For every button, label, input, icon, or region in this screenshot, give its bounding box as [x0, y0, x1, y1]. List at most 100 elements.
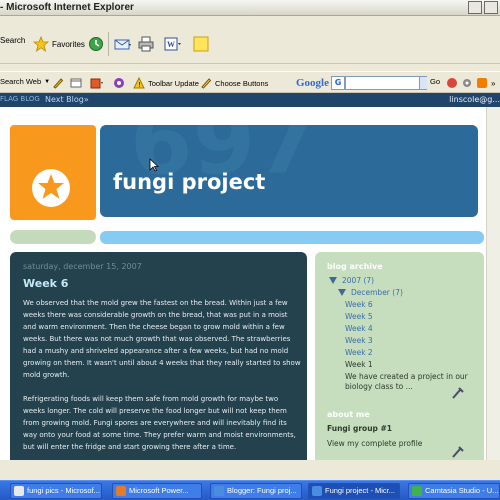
taskbar-item[interactable]: Blogger: Fungi proj... — [210, 483, 302, 499]
minimize-button[interactable] — [468, 1, 482, 14]
google-search-menu[interactable]: G — [331, 76, 345, 90]
search-web-button[interactable]: Search Web ▼ — [0, 77, 50, 86]
toolbar-update-button[interactable]: ! Toolbar Update — [133, 77, 199, 89]
window-title: - Microsoft Internet Explorer — [0, 2, 134, 13]
window-controls — [468, 1, 498, 14]
archive-week-link[interactable]: Week 2 — [345, 348, 373, 357]
archive-week-link[interactable]: Week 4 — [345, 324, 373, 333]
highlight-button[interactable] — [52, 77, 64, 89]
google-go-button[interactable]: Go — [430, 77, 440, 86]
archive-week-link[interactable]: Week 3 — [345, 336, 373, 345]
about-heading: about me — [327, 410, 370, 419]
warning-icon: ! — [133, 77, 145, 89]
star-badge — [32, 169, 70, 207]
toolbar-separator — [108, 32, 109, 56]
taskbar-item[interactable]: Camtasia Studio - U... — [408, 483, 500, 499]
decor-band-green — [10, 230, 96, 244]
camtasia-icon — [412, 486, 422, 496]
google-tools: » — [446, 77, 495, 89]
edit-tool-icon[interactable] — [451, 445, 465, 459]
history-button[interactable] — [88, 36, 104, 52]
settings-icon[interactable] — [461, 77, 473, 89]
taskbar-item-label: Camtasia Studio - U... — [425, 486, 499, 495]
plugin-button[interactable] — [90, 77, 104, 89]
messenger-button[interactable] — [113, 77, 125, 89]
toolbar-update-label: Toolbar Update — [148, 78, 199, 88]
windows-taskbar: fungi pics - Microsof... Microsoft Power… — [0, 480, 500, 500]
google-search-dropdown[interactable] — [419, 77, 427, 89]
blog-title[interactable]: fungi project — [113, 170, 265, 194]
mail-icon — [114, 39, 131, 50]
chevron-right-icon[interactable]: » — [491, 79, 495, 88]
archive-heading: blog archive — [327, 262, 383, 271]
maximize-button[interactable] — [484, 1, 498, 14]
archive-week-link[interactable]: Week 6 — [345, 300, 373, 309]
taskbar-item-label: fungi pics - Microsof... — [27, 486, 100, 495]
post-title[interactable]: Week 6 — [23, 277, 68, 290]
print-button[interactable] — [138, 36, 154, 52]
mail-button[interactable] — [114, 36, 132, 52]
favorites-button[interactable]: Favorites — [33, 36, 85, 52]
page-viewport: 697 fungi project saturday, december 15,… — [0, 107, 500, 460]
taskbar-item-active[interactable]: Fungi project - Micr... — [308, 483, 400, 499]
post-date: saturday, december 15, 2007 — [23, 262, 142, 271]
word-icon: W — [164, 37, 181, 51]
notes-button[interactable] — [193, 36, 209, 52]
sidebar: blog archive 2007 (7) December (7) Week … — [315, 252, 484, 460]
brand-block — [10, 125, 96, 220]
pagerank-icon[interactable] — [446, 77, 458, 89]
star-icon — [33, 36, 49, 52]
search-label: Search — [0, 36, 26, 45]
printer-icon — [138, 36, 154, 52]
view-profile-link[interactable]: View my complete profile — [327, 439, 422, 448]
star-icon — [38, 174, 64, 199]
archive-week-current: Week 1 — [345, 360, 373, 369]
ie-icon — [214, 486, 224, 496]
taskbar-item-label: Fungi project - Micr... — [325, 486, 396, 495]
archive-week-link[interactable]: Week 5 — [345, 312, 373, 321]
google-wordmark: Google — [296, 77, 329, 89]
user-email: linscole@g... — [449, 95, 500, 104]
blog-container: 697 fungi project saturday, december 15,… — [10, 122, 484, 460]
mouse-cursor-icon — [149, 158, 159, 172]
shield-icon — [70, 78, 82, 88]
year-toggle-icon[interactable] — [329, 277, 337, 284]
search-toolbar: Search Web ▼ ! Toolbar Update Choose But… — [0, 71, 500, 93]
blogger-navbar: FLAG BLOG Next Blog» linscole@g... — [0, 93, 500, 107]
search-button[interactable]: Search — [0, 36, 25, 45]
popup-blocker-button[interactable] — [70, 77, 82, 89]
taskbar-item[interactable]: Microsoft Power... — [112, 483, 202, 499]
taskbar-item-label: Microsoft Power... — [129, 486, 189, 495]
month-toggle-icon[interactable] — [338, 289, 346, 296]
pencil-icon — [53, 78, 64, 89]
archive-year-link[interactable]: 2007 (7) — [342, 276, 374, 285]
go-label: Go — [430, 77, 441, 86]
favorites-label: Favorites — [52, 39, 85, 49]
pencil-icon — [201, 78, 212, 89]
taskbar-item[interactable]: fungi pics - Microsof... — [10, 483, 102, 499]
powerpoint-icon — [116, 486, 126, 496]
post-paragraph: Refrigerating foods will keep them safe … — [23, 395, 296, 451]
puzzle-icon — [90, 78, 103, 89]
svg-text:W: W — [167, 40, 175, 49]
choose-buttons-button[interactable]: Choose Buttons — [200, 77, 268, 89]
post-paragraph: We observed that the mold grew the faste… — [23, 299, 301, 379]
edit-tool-icon[interactable] — [451, 386, 465, 400]
flag-blog-button[interactable]: FLAG BLOG — [0, 95, 40, 103]
next-blog-link[interactable]: Next Blog» — [45, 95, 89, 104]
folder-icon — [14, 486, 24, 496]
chevron-down-icon: ▼ — [44, 78, 51, 85]
blogger-icon[interactable] — [476, 77, 488, 89]
archive-month-link[interactable]: December (7) — [351, 288, 403, 297]
taskbar-item-label: Blogger: Fungi proj... — [227, 486, 297, 495]
vertical-scrollbar[interactable] — [486, 107, 500, 460]
svg-text:!: ! — [138, 81, 141, 89]
profile-name: Fungi group #1 — [327, 424, 393, 433]
choose-buttons-label: Choose Buttons — [215, 78, 269, 88]
history-icon — [89, 37, 103, 51]
edit-button[interactable]: W — [164, 36, 182, 52]
google-search-input[interactable] — [345, 76, 427, 90]
decor-band-blue — [100, 231, 484, 244]
messenger-icon — [114, 78, 124, 88]
sticky-note-icon — [193, 36, 209, 52]
